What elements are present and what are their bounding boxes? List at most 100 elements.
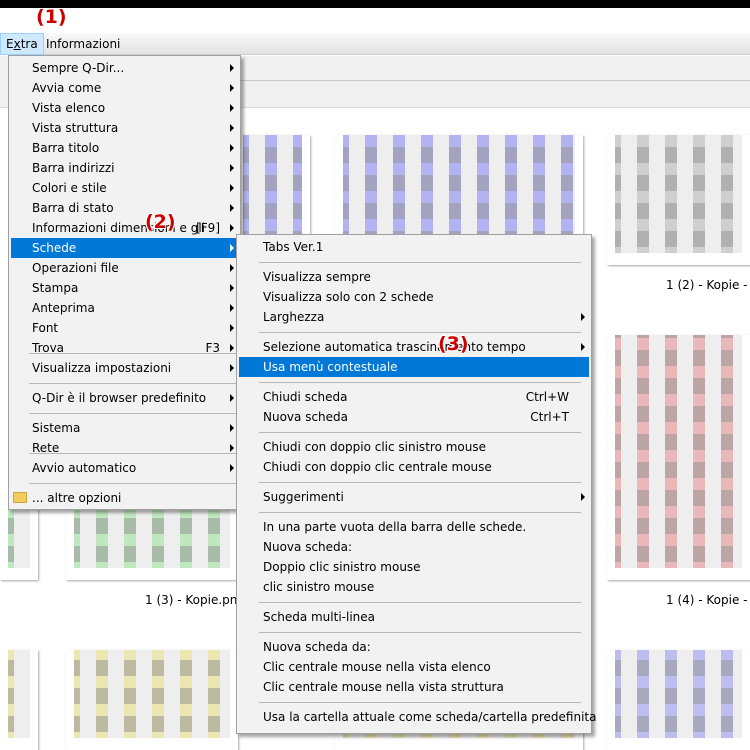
menu-item-q-dir-il-browser-predefinito[interactable]: Q-Dir è il browser predefinito	[11, 388, 238, 408]
menu-item-clic-centrale-mouse-nella-vista-struttura[interactable]: Clic centrale mouse nella vista struttur…	[239, 677, 589, 697]
menu-separator	[29, 353, 236, 354]
menu-informazioni-label: Informazioni	[46, 37, 121, 51]
menu-item-chiudi-con-doppio-clic-sinistro-mouse[interactable]: Chiudi con doppio clic sinistro mouse	[239, 437, 589, 457]
menu-item-usa-men-contestuale[interactable]: Usa menù contestuale	[239, 357, 589, 377]
menu-item-larghezza[interactable]: Larghezza	[239, 307, 589, 327]
submenu-arrow-icon	[230, 344, 234, 352]
menu-informazioni[interactable]: Informazioni	[41, 33, 125, 55]
submenu-arrow-icon	[230, 164, 234, 172]
menu-item-informazioni-dimensioni-e-gli[interactable]: Informazioni dimensioni e gli [F9]	[11, 218, 238, 238]
menu-item-nuova-scheda-da[interactable]: Nuova scheda da:	[239, 637, 589, 657]
menu-item-selezione-automatica-trascinamento-tempo[interactable]: Selezione automatica trascinamento tempo	[239, 337, 589, 357]
menu-item-usa-la-cartella-attuale-come-scheda-cartella-predefinita[interactable]: Usa la cartella attuale come scheda/cart…	[239, 707, 596, 727]
menu-item-label: Clic centrale mouse nella vista elenco	[263, 660, 491, 674]
menu-extra-label-a: E	[6, 37, 14, 51]
menu-item-vista-struttura[interactable]: Vista struttura	[11, 118, 238, 138]
menu-item-avvio-automatico[interactable]: Avvio automatico	[11, 458, 238, 478]
menu-item-tabs-ver-1[interactable]: Tabs Ver.1	[239, 237, 589, 257]
menu-extra-label-b: x	[13, 37, 21, 51]
menu-item-clic-centrale-mouse-nella-vista-elenco[interactable]: Clic centrale mouse nella vista elenco	[239, 657, 589, 677]
menu-item-schede[interactable]: Schede	[11, 238, 238, 258]
menu-item-barra-di-stato[interactable]: Barra di stato	[11, 198, 238, 218]
menu-item-font[interactable]: Font	[11, 318, 238, 338]
thumbnail-red[interactable]	[607, 335, 750, 580]
menu-item-in-una-parte-vuota-della-barra-delle-schede[interactable]: In una parte vuota della barra delle sch…	[239, 517, 589, 537]
menu-item-nuova-scheda[interactable]: Nuova scheda:	[239, 537, 589, 557]
menu-item-visualizza-impostazioni[interactable]: Visualizza impostazioni	[11, 358, 238, 378]
menu-item-anteprima[interactable]: Anteprima	[11, 298, 238, 318]
menu-item-label: Doppio clic sinistro mouse	[263, 560, 421, 574]
menu-item-label: Rete	[32, 441, 60, 455]
menu-item-label: Barra indirizzi	[32, 161, 115, 175]
menu-separator	[259, 482, 581, 483]
menu-item-label: Usa menù contestuale	[263, 360, 398, 374]
menu-item-chiudi-con-doppio-clic-centrale-mouse[interactable]: Chiudi con doppio clic centrale mouse	[239, 457, 589, 477]
menu-item-sempre-q-dir[interactable]: Sempre Q-Dir...	[11, 58, 238, 78]
menu-item-nuova-scheda[interactable]: Nuova scheda Ctrl+T	[239, 407, 589, 427]
menu-extra[interactable]: Extra	[0, 33, 44, 55]
thumbnail-image	[615, 335, 742, 568]
menu-item-clic-sinistro-mouse[interactable]: clic sinistro mouse	[239, 577, 589, 597]
thumbnail-lav[interactable]	[607, 650, 750, 750]
menu-item-suggerimenti[interactable]: Suggerimenti	[239, 487, 589, 507]
submenu-arrow-icon	[230, 144, 234, 152]
menu-item-label: Barra titolo	[32, 141, 100, 155]
menu-item-label: clic sinistro mouse	[263, 580, 375, 594]
thumbnail-yellow2[interactable]	[66, 650, 238, 750]
menu-item-rete[interactable]: Rete	[11, 438, 238, 458]
menu-item-vista-elenco[interactable]: Vista elenco	[11, 98, 238, 118]
menu-item-label: Avvio automatico	[32, 461, 137, 475]
thumbnail-image	[74, 650, 230, 738]
submenu-arrow-icon	[581, 493, 585, 501]
submenu-arrow-icon	[230, 224, 234, 232]
menu-item-label: Nuova scheda da:	[263, 640, 371, 654]
menu-item-shortcut: [F9]	[196, 221, 220, 235]
menu-item-sistema[interactable]: Sistema	[11, 418, 238, 438]
thumbnail-green[interactable]	[0, 505, 38, 580]
menu-item-operazioni-file[interactable]: Operazioni file	[11, 258, 238, 278]
menu-item-visualizza-solo-con-2-schede[interactable]: Visualizza solo con 2 schede	[239, 287, 589, 307]
submenu-arrow-icon	[230, 324, 234, 332]
menu-item-label: Visualizza sempre	[263, 270, 371, 284]
address-bar-divider	[232, 80, 750, 81]
submenu-arrow-icon	[230, 424, 234, 432]
menu-item-chiudi-scheda[interactable]: Chiudi scheda Ctrl+W	[239, 387, 589, 407]
thumbnail-filename[interactable]: 1 (4) - Kopie - Ko	[666, 593, 750, 607]
menu-item-stampa[interactable]: Stampa	[11, 278, 238, 298]
menu-item-label: Usa la cartella attuale come scheda/cart…	[263, 710, 597, 724]
menu-item-altre-opzioni[interactable]: ... altre opzioni	[11, 488, 238, 508]
menu-item-label: Q-Dir è il browser predefinito	[32, 391, 207, 405]
callout-3: (3)	[438, 333, 469, 355]
submenu-arrow-icon	[230, 124, 234, 132]
thumbnail-image	[8, 505, 30, 568]
menu-item-label: Sempre Q-Dir...	[32, 61, 125, 75]
menu-item-label: Chiudi scheda	[263, 390, 348, 404]
menu-item-label: Vista elenco	[32, 101, 106, 115]
thumbnail-green2[interactable]	[66, 505, 238, 580]
submenu-arrow-icon	[230, 444, 234, 452]
menu-separator	[259, 602, 581, 603]
thumbnail-filename[interactable]: 1 (2) - Kopie - Ko	[666, 278, 750, 292]
thumbnail-yellow[interactable]	[0, 650, 38, 750]
thumbnail-gray[interactable]	[607, 135, 750, 265]
menu-item-visualizza-sempre[interactable]: Visualizza sempre	[239, 267, 589, 287]
thumbnail-filename[interactable]: 1 (3) - Kopie.png	[145, 593, 245, 607]
menu-item-barra-titolo[interactable]: Barra titolo	[11, 138, 238, 158]
menu-item-trova[interactable]: Trova F3	[11, 338, 238, 358]
menu-separator	[29, 383, 236, 384]
submenu-arrow-icon	[230, 284, 234, 292]
menu-item-scheda-multi-linea[interactable]: Scheda multi-linea	[239, 607, 589, 627]
menu-item-barra-indirizzi[interactable]: Barra indirizzi	[11, 158, 238, 178]
menu-separator	[259, 432, 581, 433]
submenu-arrow-icon	[230, 364, 234, 372]
menu-item-colori-e-stile[interactable]: Colori e stile	[11, 178, 238, 198]
menu-item-label: Stampa	[32, 281, 79, 295]
menu-item-label: Suggerimenti	[263, 490, 344, 504]
menu-item-label: Scheda multi-linea	[263, 610, 375, 624]
menu-separator	[259, 702, 581, 703]
menu-item-avvia-come[interactable]: Avvia come	[11, 78, 238, 98]
menu-separator	[259, 332, 581, 333]
menu-item-label: Informazioni dimensioni e gli	[32, 221, 205, 235]
menu-item-shortcut: Ctrl+W	[525, 390, 569, 404]
menu-item-doppio-clic-sinistro-mouse[interactable]: Doppio clic sinistro mouse	[239, 557, 589, 577]
